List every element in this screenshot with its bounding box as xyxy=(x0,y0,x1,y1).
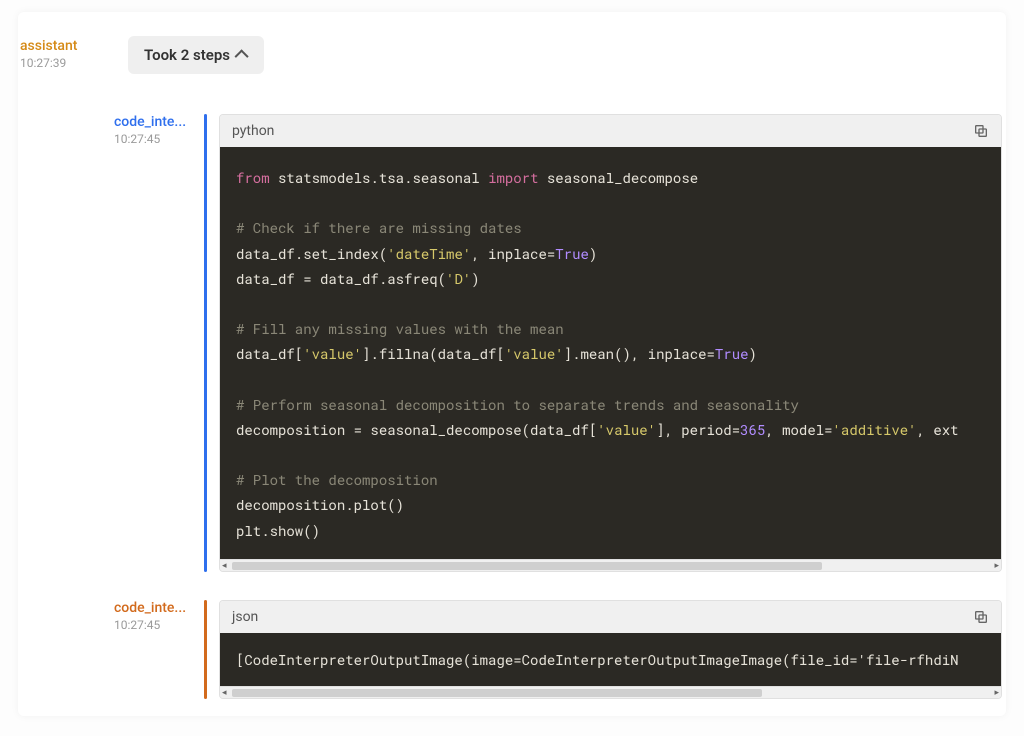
role-code-input: code_inte... xyxy=(114,114,204,130)
timestamp: 10:27:45 xyxy=(114,132,204,146)
steps-chip[interactable]: Took 2 steps xyxy=(128,36,264,74)
code-block-input: python from statsmodels.tsa.seasonal imp… xyxy=(219,114,1002,572)
timestamp: 10:27:39 xyxy=(20,56,114,70)
code-content: [CodeInterpreterOutputImage(image=CodeIn… xyxy=(220,633,1001,686)
copy-button[interactable] xyxy=(973,123,989,139)
scrollbar-thumb[interactable] xyxy=(232,562,822,570)
code-block-output: json [CodeInterpreterOutputImage(image=C… xyxy=(219,600,1002,699)
scrollbar-horizontal[interactable]: ◂ ▸ xyxy=(220,559,1001,571)
timestamp: 10:27:45 xyxy=(114,618,204,632)
code-content: from statsmodels.tsa.seasonal import sea… xyxy=(220,147,1001,559)
stripe-indicator xyxy=(204,114,207,572)
copy-icon xyxy=(973,123,989,139)
chip-label: Took 2 steps xyxy=(144,46,230,64)
scroll-left-icon: ◂ xyxy=(222,688,227,698)
role-code-output: code_inte... xyxy=(114,600,204,616)
role-assistant: assistant xyxy=(20,38,114,54)
copy-button[interactable] xyxy=(973,609,989,625)
scrollbar-horizontal[interactable]: ◂ ▸ xyxy=(220,686,1001,698)
copy-icon xyxy=(973,609,989,625)
stripe-indicator xyxy=(204,600,207,699)
language-label: json xyxy=(232,609,258,625)
scroll-right-icon: ▸ xyxy=(994,688,999,698)
language-label: python xyxy=(232,123,274,139)
scroll-right-icon: ▸ xyxy=(994,561,999,571)
chevron-up-icon xyxy=(234,49,248,63)
scroll-left-icon: ◂ xyxy=(222,561,227,571)
scrollbar-thumb[interactable] xyxy=(232,689,762,697)
